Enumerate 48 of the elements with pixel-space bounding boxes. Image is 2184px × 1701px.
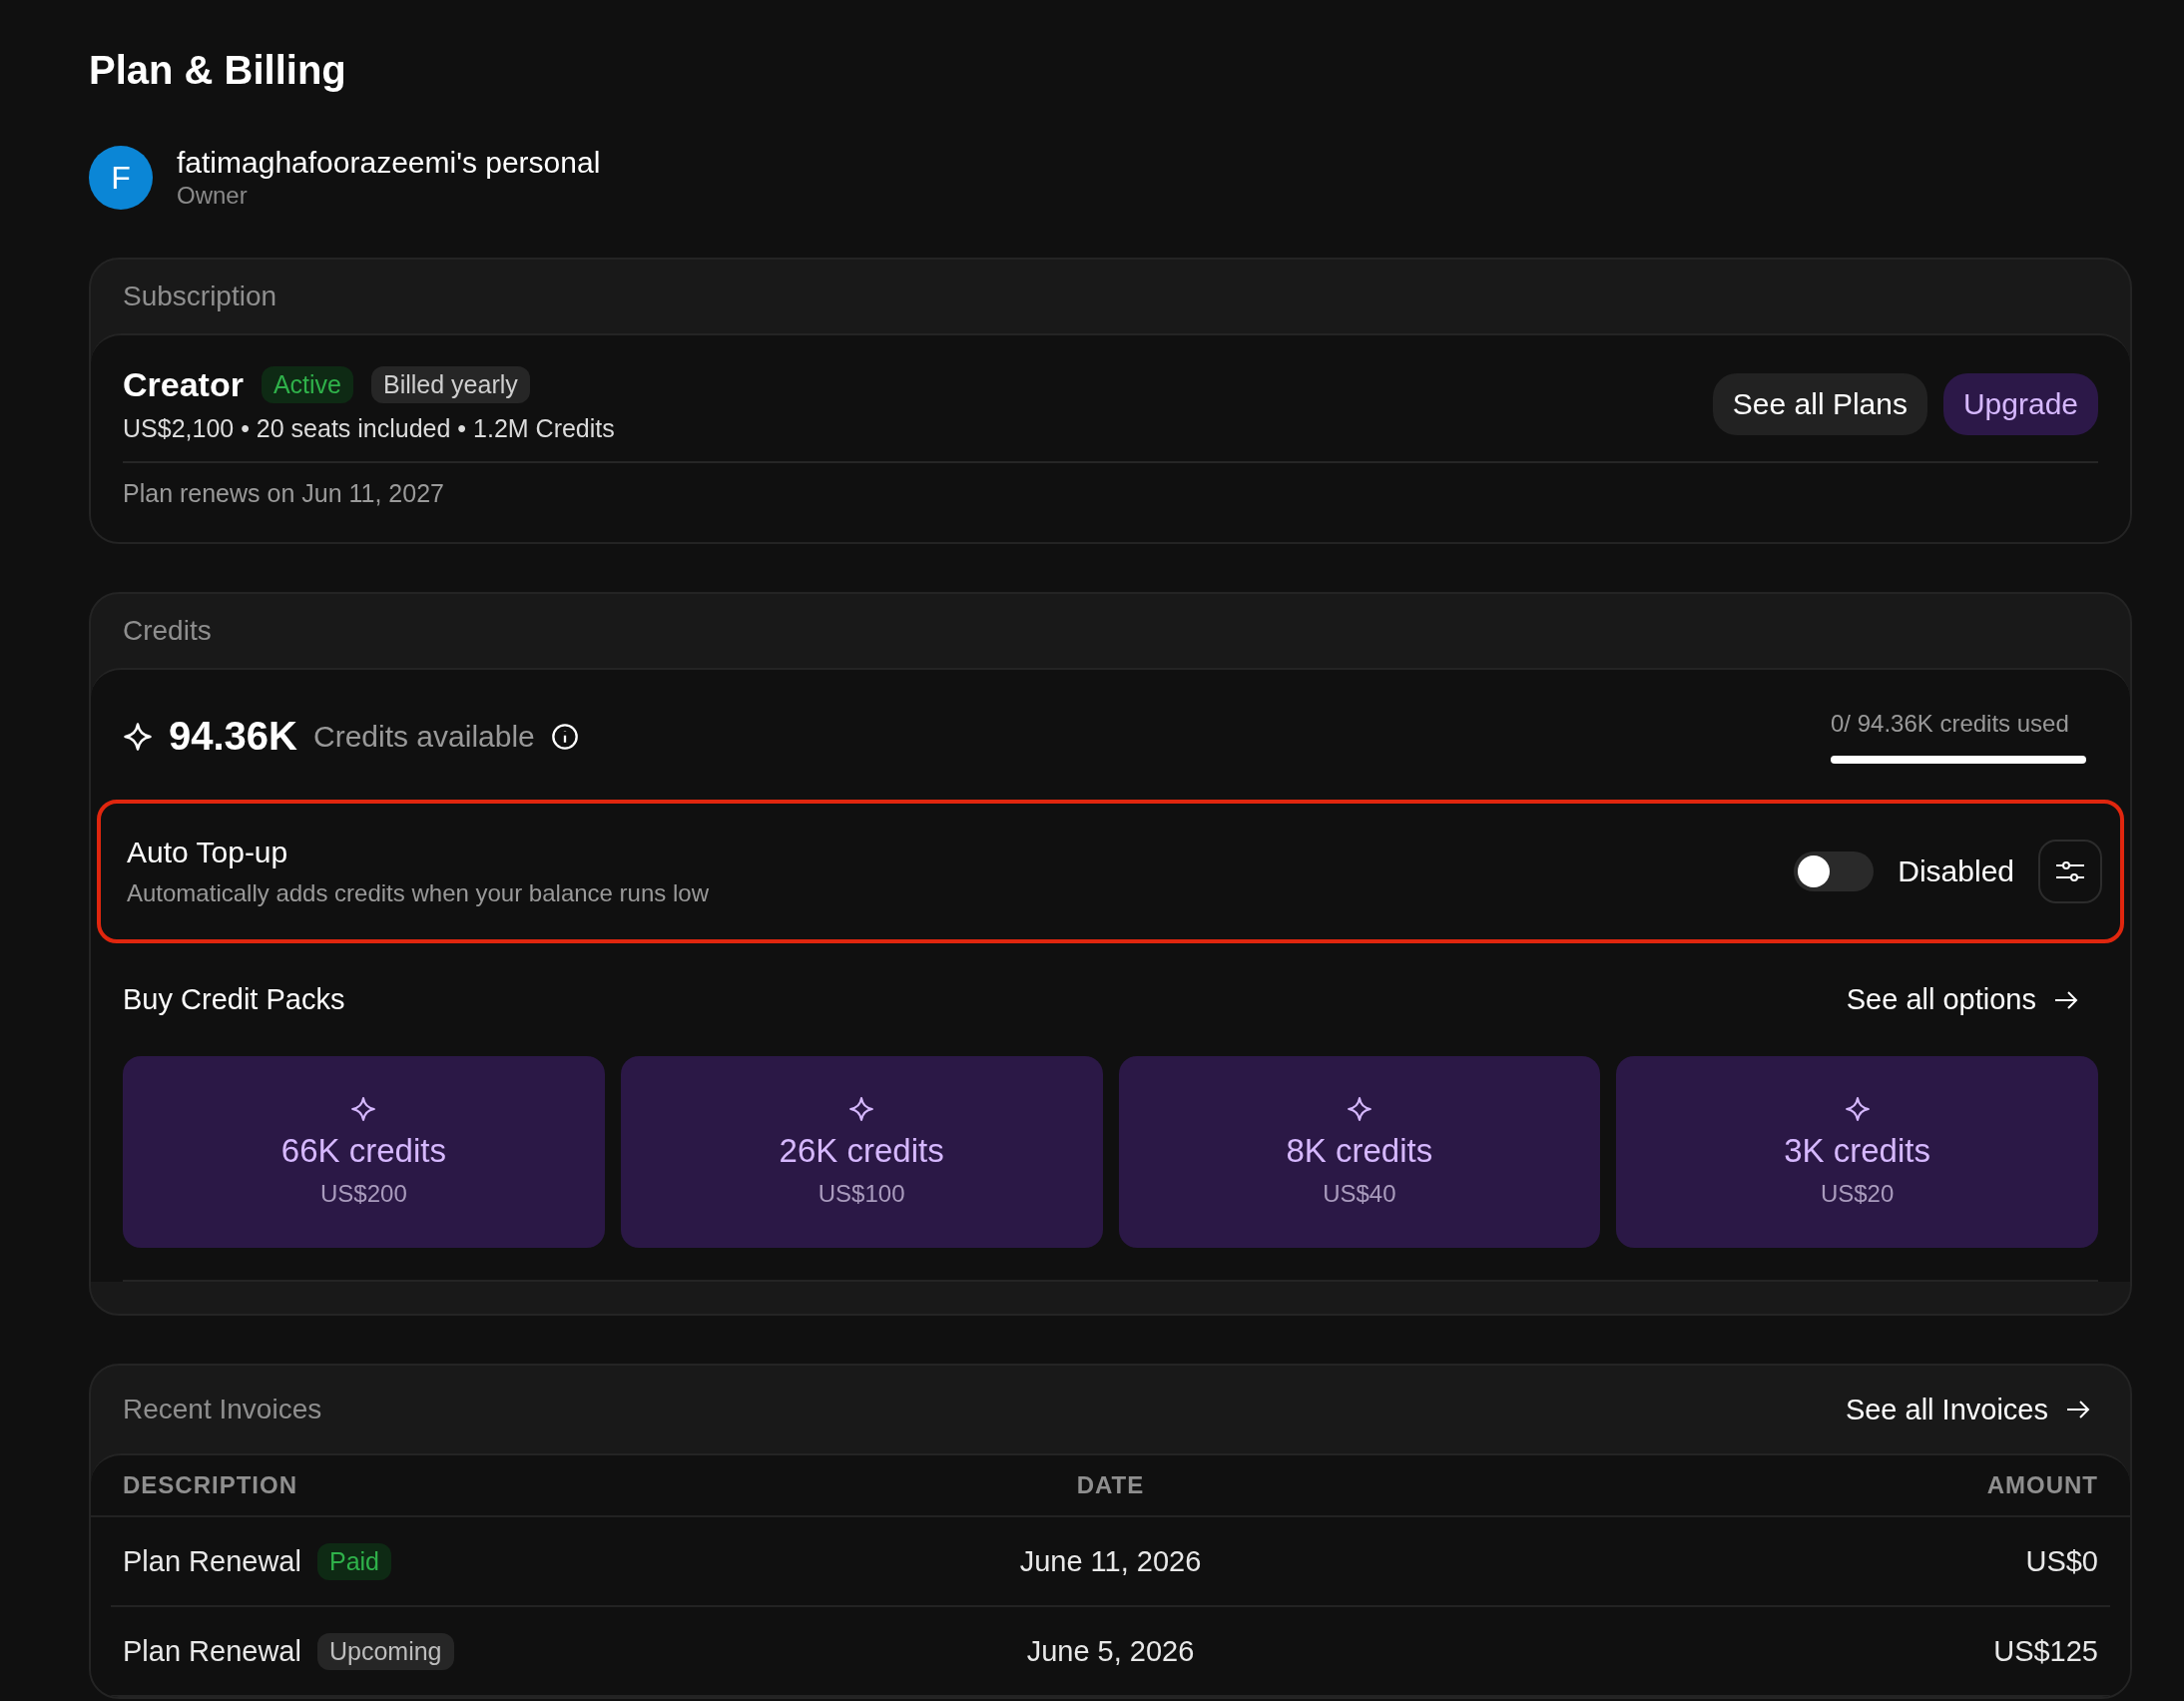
toggle-status: Disabled bbox=[1898, 854, 2014, 888]
plan-badge: Billed yearly bbox=[371, 366, 530, 403]
column-header: DESCRIPTION bbox=[123, 1471, 298, 1499]
workspace-name: fatimaghafoorazeemi's personal bbox=[177, 146, 601, 180]
sparkle-icon bbox=[123, 721, 153, 752]
column-header: DATE bbox=[1075, 1471, 1146, 1499]
workspace-role: Owner bbox=[177, 182, 249, 210]
usage-text: 0/ 94.36K credits used bbox=[1831, 710, 2069, 738]
avatar: F bbox=[89, 146, 153, 210]
invoice-amount: US$125 bbox=[1992, 1634, 2098, 1668]
sparkle-icon bbox=[1346, 1096, 1372, 1122]
see-all-invoices-link[interactable]: See all Invoices bbox=[1845, 1393, 2090, 1426]
invoice-description: Plan Renewal bbox=[123, 1544, 301, 1578]
credits-label: Credits available bbox=[313, 719, 535, 754]
page-title: Plan & Billing bbox=[89, 47, 347, 94]
plan-name: Creator bbox=[123, 365, 244, 404]
auto-topup-title: Auto Top-up bbox=[127, 836, 289, 869]
settings-button[interactable] bbox=[2038, 840, 2102, 903]
credit-pack[interactable]: 26K credits US$100 bbox=[620, 1056, 1103, 1248]
credit-pack[interactable]: 3K credits US$20 bbox=[1616, 1056, 2098, 1248]
sparkle-icon bbox=[848, 1096, 875, 1122]
section-title: Buy Credit Packs bbox=[123, 983, 345, 1016]
plan-badge: Active bbox=[261, 366, 354, 403]
sparkle-icon bbox=[1844, 1096, 1871, 1122]
credit-pack[interactable]: 66K credits US$200 bbox=[123, 1056, 605, 1248]
invoice-date: June 5, 2026 bbox=[1025, 1634, 1196, 1668]
credit-pack[interactable]: 8K credits US$40 bbox=[1118, 1056, 1601, 1248]
auto-topup-description: Automatically adds credits when your balance runs low bbox=[127, 879, 709, 907]
plan-details: US$2,100 • 20 seats included • 1.2M Credits bbox=[123, 414, 615, 443]
sparkle-icon bbox=[350, 1096, 377, 1122]
toggle-switch[interactable] bbox=[1794, 851, 1875, 891]
info-icon[interactable] bbox=[550, 722, 579, 751]
upgrade-button[interactable]: Upgrade bbox=[1942, 373, 2098, 435]
card-heading: Subscription bbox=[123, 281, 277, 312]
invoice-description: Plan Renewal bbox=[123, 1634, 301, 1668]
renewal-text: Plan renews on Jun 11, 2027 bbox=[123, 478, 445, 509]
arrow-right-icon bbox=[2054, 989, 2078, 1010]
status-badge: Paid bbox=[316, 1542, 391, 1580]
invoice-date: June 11, 2026 bbox=[1018, 1544, 1203, 1578]
credits-amount: 94.36K bbox=[169, 714, 297, 759]
invoice-amount: US$0 bbox=[2024, 1544, 2098, 1578]
card-heading: Recent Invoices bbox=[123, 1394, 322, 1425]
arrow-right-icon bbox=[2066, 1400, 2090, 1419]
see-all-options-link[interactable]: See all options bbox=[1846, 983, 2078, 1016]
column-header: AMOUNT bbox=[1985, 1471, 2098, 1499]
plans-button[interactable]: See all Plans bbox=[1712, 373, 1927, 435]
card-heading: Credits bbox=[123, 615, 212, 647]
status-badge: Upcoming bbox=[316, 1632, 454, 1670]
